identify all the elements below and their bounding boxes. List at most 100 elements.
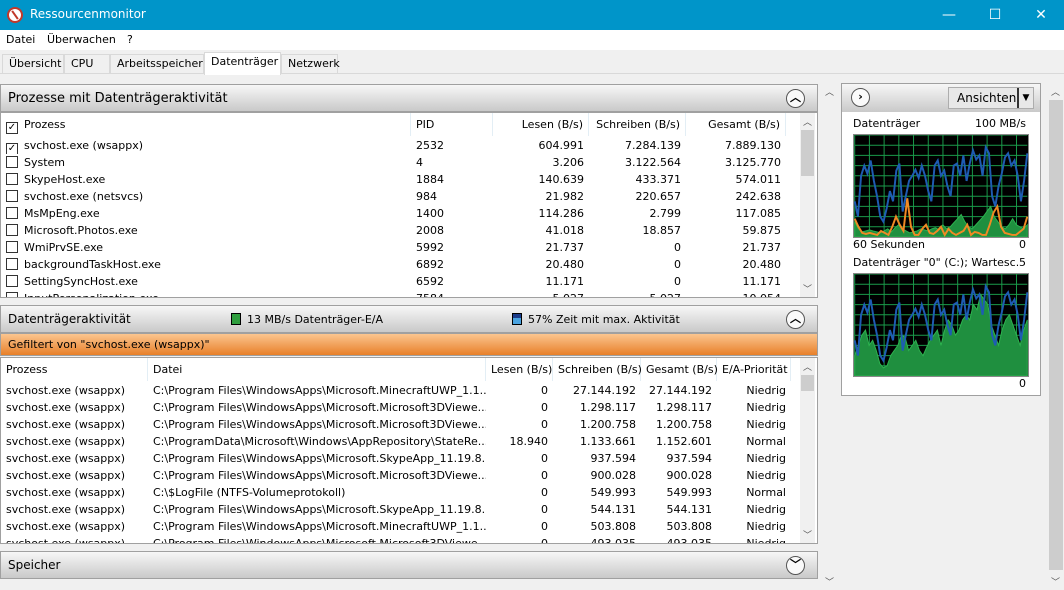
- table-row[interactable]: svchost.exe (wsappx) C:\Program Files\Win…: [1, 450, 791, 467]
- pid-cell: 4: [416, 156, 423, 169]
- process-checkbox[interactable]: [6, 275, 18, 287]
- column-header-lesen[interactable]: Lesen (B/s): [493, 113, 589, 136]
- column-header-prioritaet[interactable]: E/A-Priorität: [717, 358, 791, 381]
- hide-panel-chevron-right-icon[interactable]: ›: [851, 88, 870, 107]
- scroll-up-icon[interactable]: ︿: [800, 360, 815, 373]
- scroll-down-icon[interactable]: ﹀: [1048, 575, 1063, 588]
- prio-cell: Niedrig: [746, 520, 786, 533]
- table-row[interactable]: svchost.exe (wsappx) C:\Program Files\Win…: [1, 535, 791, 543]
- graph1-title: Datenträger: [853, 117, 921, 130]
- column-header-schreiben[interactable]: Schreiben (B/s): [589, 113, 686, 136]
- process-checkbox[interactable]: [6, 207, 18, 219]
- menu-ueberwachen[interactable]: Überwachen: [47, 33, 116, 46]
- table-row[interactable]: SkypeHost.exe 1884 140.639 433.371 574.011: [1, 171, 791, 188]
- collapse-chevron-up-icon[interactable]: ︿: [786, 310, 805, 329]
- total-cell: 1.298.117: [656, 401, 712, 414]
- tab-uebersicht[interactable]: Übersicht: [2, 54, 64, 74]
- pid-cell: 5992: [416, 241, 444, 254]
- table-row[interactable]: svchost.exe (wsappx) C:\Program Files\Win…: [1, 382, 791, 399]
- maximize-button[interactable]: ☐: [972, 0, 1018, 30]
- table-row[interactable]: svchost.exe (netsvcs) 984 21.982 220.657 242…: [1, 188, 791, 205]
- process-checkbox[interactable]: [6, 241, 18, 253]
- table-row[interactable]: System 4 3.206 3.122.564 3.125.770: [1, 154, 791, 171]
- write-cell: 0: [674, 241, 681, 254]
- table-row[interactable]: SettingSyncHost.exe 6592 11.171 0 11.171: [1, 273, 791, 290]
- activity-scrollbar[interactable]: ︿ ﹀: [800, 358, 815, 543]
- table-row[interactable]: MsMpEng.exe 1400 114.286 2.799 117.085: [1, 205, 791, 222]
- column-header-schreiben[interactable]: Schreiben (B/s): [553, 358, 642, 381]
- title-bar: Ressourcenmonitor — ☐ ✕: [0, 0, 1064, 30]
- scroll-down-icon[interactable]: ﹀: [800, 528, 815, 541]
- file-cell: C:\Program Files\WindowsApps\Microsoft.M…: [153, 384, 486, 397]
- process-checkbox[interactable]: [6, 292, 18, 297]
- tab-netzwerk[interactable]: Netzwerk: [281, 54, 340, 74]
- filter-bar: Gefiltert von "svchost.exe (wsappx)": [0, 333, 818, 356]
- processes-scrollbar[interactable]: ︿ ﹀: [800, 113, 815, 297]
- activity-section-header[interactable]: Datenträgeraktivität 13 MB/s Datenträger…: [0, 305, 818, 333]
- dropdown-arrow-icon[interactable]: ▼: [1017, 88, 1033, 108]
- table-row[interactable]: backgroundTaskHost.exe 6892 20.480 0 20.480: [1, 256, 791, 273]
- table-row[interactable]: svchost.exe (wsappx) C:\ProgramData\Micro…: [1, 433, 791, 450]
- select-all-checkbox[interactable]: ✓: [6, 122, 18, 134]
- proc-cell: svchost.exe (wsappx): [6, 503, 126, 516]
- tab-arbeitsspeicher[interactable]: Arbeitsspeicher: [110, 54, 204, 74]
- table-header: ✓ Prozess PID Lesen (B/s) Schreiben (B/s)…: [1, 113, 817, 136]
- total-cell: 3.125.770: [725, 156, 781, 169]
- disk-graph: [853, 134, 1029, 238]
- table-row[interactable]: svchost.exe (wsappx) C:\Program Files\Win…: [1, 518, 791, 535]
- scroll-thumb[interactable]: [801, 130, 814, 176]
- filter-label: Gefiltert von "svchost.exe (wsappx)": [8, 338, 210, 351]
- tab-cpu[interactable]: CPU: [64, 54, 110, 74]
- column-header-prozess[interactable]: ✓ Prozess: [1, 113, 411, 136]
- memory-section-header[interactable]: Speicher ﹀: [0, 551, 818, 579]
- file-cell: C:\Program Files\WindowsApps\Microsoft.M…: [153, 520, 486, 533]
- proc-cell: svchost.exe (wsappx): [6, 452, 126, 465]
- column-header-lesen[interactable]: Lesen (B/s): [486, 358, 553, 381]
- scroll-down-icon[interactable]: ﹀: [800, 282, 815, 295]
- process-checkbox[interactable]: [6, 258, 18, 270]
- table-row[interactable]: svchost.exe (wsappx) C:\Program Files\Win…: [1, 416, 791, 433]
- table-row[interactable]: ✓ svchost.exe (wsappx) 2532 604.991 7.284.13…: [1, 137, 791, 154]
- menu-help[interactable]: ?: [127, 33, 133, 46]
- prio-cell: Niedrig: [746, 469, 786, 482]
- scroll-up-icon[interactable]: ︿: [800, 115, 815, 128]
- write-cell: 900.028: [590, 469, 637, 482]
- menu-datei[interactable]: Datei: [6, 33, 35, 46]
- scroll-thumb[interactable]: [801, 375, 814, 391]
- table-row[interactable]: svchost.exe (wsappx) C:\Program Files\Win…: [1, 399, 791, 416]
- processes-section-header[interactable]: Prozesse mit Datenträgeraktivität ︿: [0, 84, 818, 112]
- table-row[interactable]: svchost.exe (wsappx) C:\Program Files\Win…: [1, 467, 791, 484]
- write-cell: 27.144.192: [573, 384, 636, 397]
- scroll-up-icon[interactable]: ︿: [822, 85, 837, 98]
- table-row[interactable]: WmiPrvSE.exe 5992 21.737 0 21.737: [1, 239, 791, 256]
- scroll-thumb[interactable]: [1049, 100, 1063, 570]
- process-checkbox[interactable]: [6, 156, 18, 168]
- close-button[interactable]: ✕: [1018, 0, 1064, 30]
- column-header-prozess[interactable]: Prozess: [1, 358, 148, 381]
- table-row[interactable]: svchost.exe (wsappx) C:\$LogFile (NTFS-Vo…: [1, 484, 791, 501]
- views-dropdown-button[interactable]: Ansichten ▼: [948, 87, 1034, 109]
- write-cell: 549.993: [590, 486, 637, 499]
- write-cell: 2.799: [649, 207, 682, 220]
- process-checkbox[interactable]: [6, 224, 18, 236]
- process-checkbox[interactable]: [6, 190, 18, 202]
- process-checkbox[interactable]: ✓: [6, 143, 18, 154]
- tab-datentraeger[interactable]: Datenträger: [204, 52, 281, 75]
- process-checkbox[interactable]: [6, 173, 18, 185]
- file-cell: C:\Program Files\WindowsApps\Microsoft.S…: [153, 452, 486, 465]
- table-row[interactable]: InputPersonalization.exe75845.0275.02710…: [1, 290, 791, 297]
- left-pane-scrollbar[interactable]: ︿ ﹀: [822, 83, 836, 590]
- column-header-gesamt[interactable]: Gesamt (B/s): [686, 113, 786, 136]
- table-row[interactable]: Microsoft.Photos.exe 2008 41.018 18.857 59.8…: [1, 222, 791, 239]
- column-header-pid[interactable]: PID: [411, 113, 493, 136]
- scroll-down-icon[interactable]: ﹀: [822, 575, 837, 588]
- column-header-datei[interactable]: Datei: [148, 358, 486, 381]
- total-cell: 20.480: [742, 258, 782, 271]
- minimize-button[interactable]: —: [926, 0, 972, 30]
- column-header-gesamt[interactable]: Gesamt (B/s): [641, 358, 718, 381]
- expand-chevron-down-icon[interactable]: ﹀: [786, 556, 805, 575]
- right-pane-scrollbar[interactable]: ︿ ﹀: [1048, 83, 1064, 590]
- table-row[interactable]: svchost.exe (wsappx) C:\Program Files\Win…: [1, 501, 791, 518]
- scroll-up-icon[interactable]: ︿: [1048, 85, 1063, 98]
- collapse-chevron-up-icon[interactable]: ︿: [786, 89, 805, 108]
